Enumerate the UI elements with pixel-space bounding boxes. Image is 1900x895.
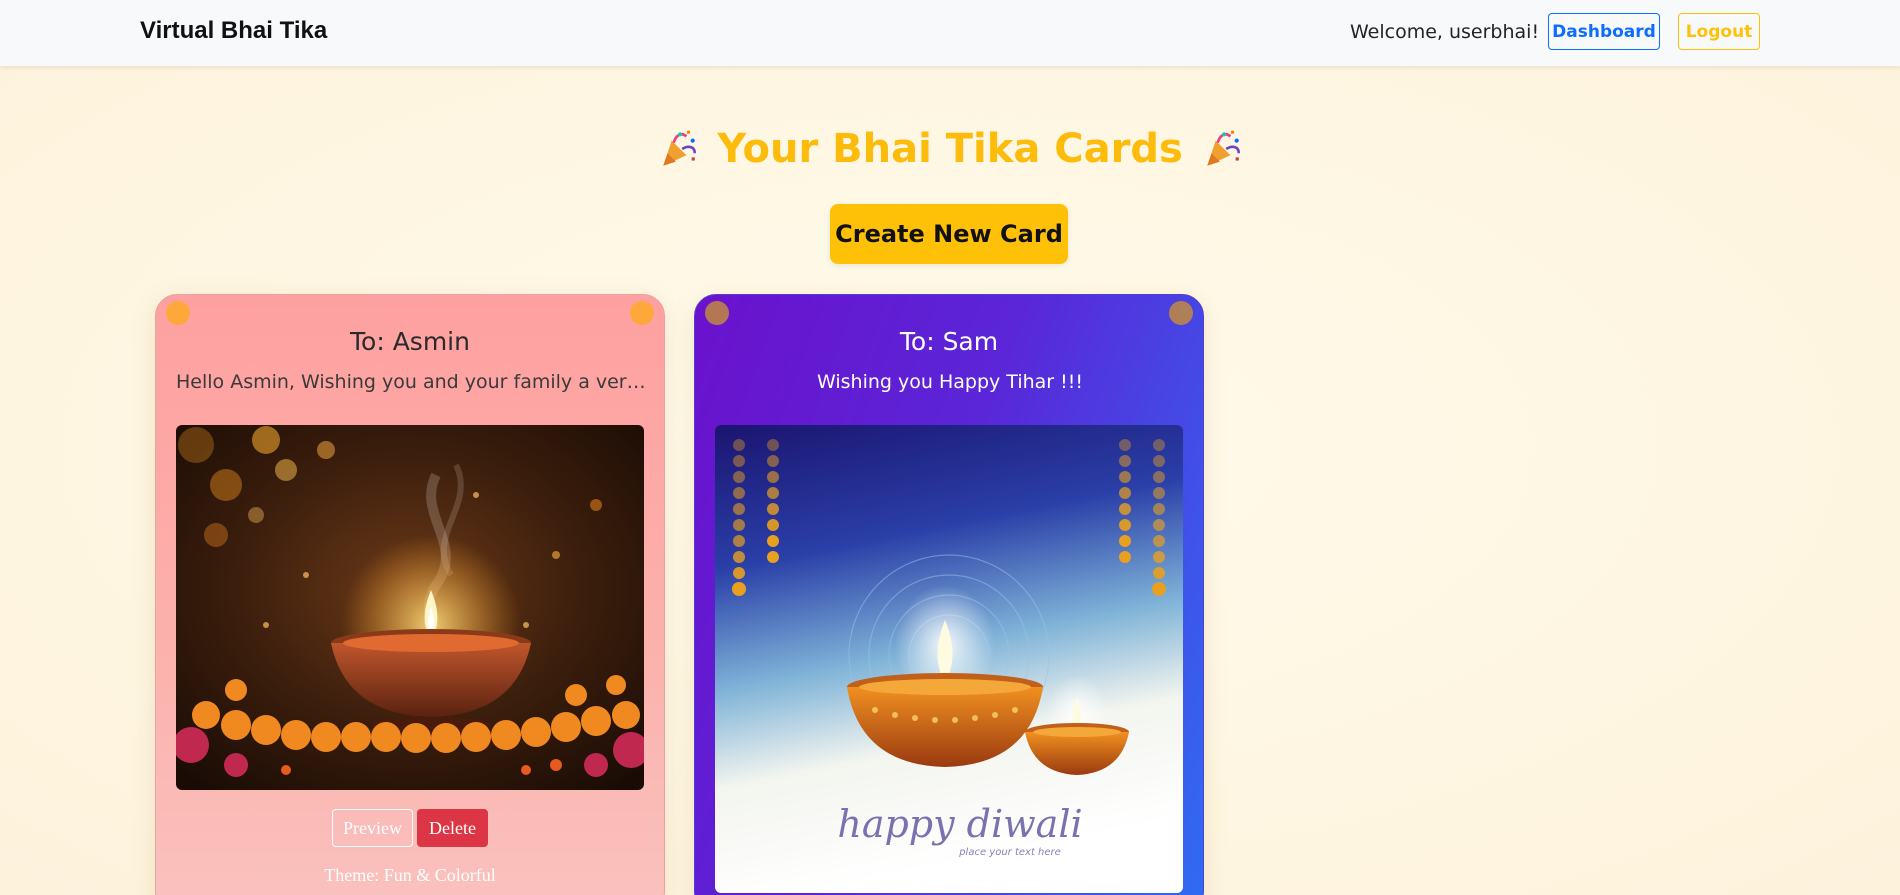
delete-button[interactable]: Delete <box>417 809 488 847</box>
create-new-card-button[interactable]: Create New Card <box>830 204 1068 264</box>
card-asmin: To: Asmin Hello Asmin, Wishing you and y… <box>155 294 665 895</box>
diya-lamp-marigold-image <box>176 425 644 790</box>
card-message: Wishing you Happy Tihar !!! <box>817 371 1083 393</box>
card-theme: Theme: Fun & Colorful <box>324 865 496 885</box>
card-sam: To: Sam Wishing you Happy Tihar !!! happ… <box>694 294 1204 895</box>
party-popper-icon <box>663 130 697 166</box>
card-recipient: To: Asmin <box>350 327 470 356</box>
image-subtext: place your text here <box>958 847 1061 858</box>
happy-diwali-diyas-image: happy diwali place your text here <box>715 425 1183 893</box>
dashboard-button[interactable]: Dashboard <box>1548 13 1660 50</box>
happy-diwali-text: happy diwali <box>837 802 1082 846</box>
party-popper-icon <box>1207 130 1240 166</box>
decor-dot <box>630 301 654 325</box>
card-actions: Preview Delete <box>156 809 664 847</box>
decor-dot <box>166 301 190 325</box>
card-recipient: To: Sam <box>899 327 999 356</box>
card-message: Hello Asmin, Wishing you and your family… <box>176 371 646 393</box>
welcome-text: Welcome, userbhai! <box>1350 21 1540 43</box>
brand-logo-text[interactable]: Virtual Bhai Tika <box>140 17 327 45</box>
navbar: Virtual Bhai Tika Welcome, userbhai! Das… <box>0 0 1900 66</box>
page-title: Your Bhai Tika Cards <box>717 126 1183 172</box>
preview-button[interactable]: Preview <box>332 809 413 847</box>
page-heading: Your Bhai Tika Cards <box>0 126 1900 172</box>
decor-dot <box>1169 301 1193 325</box>
logout-button[interactable]: Logout <box>1678 13 1760 50</box>
decor-dot <box>705 301 729 325</box>
